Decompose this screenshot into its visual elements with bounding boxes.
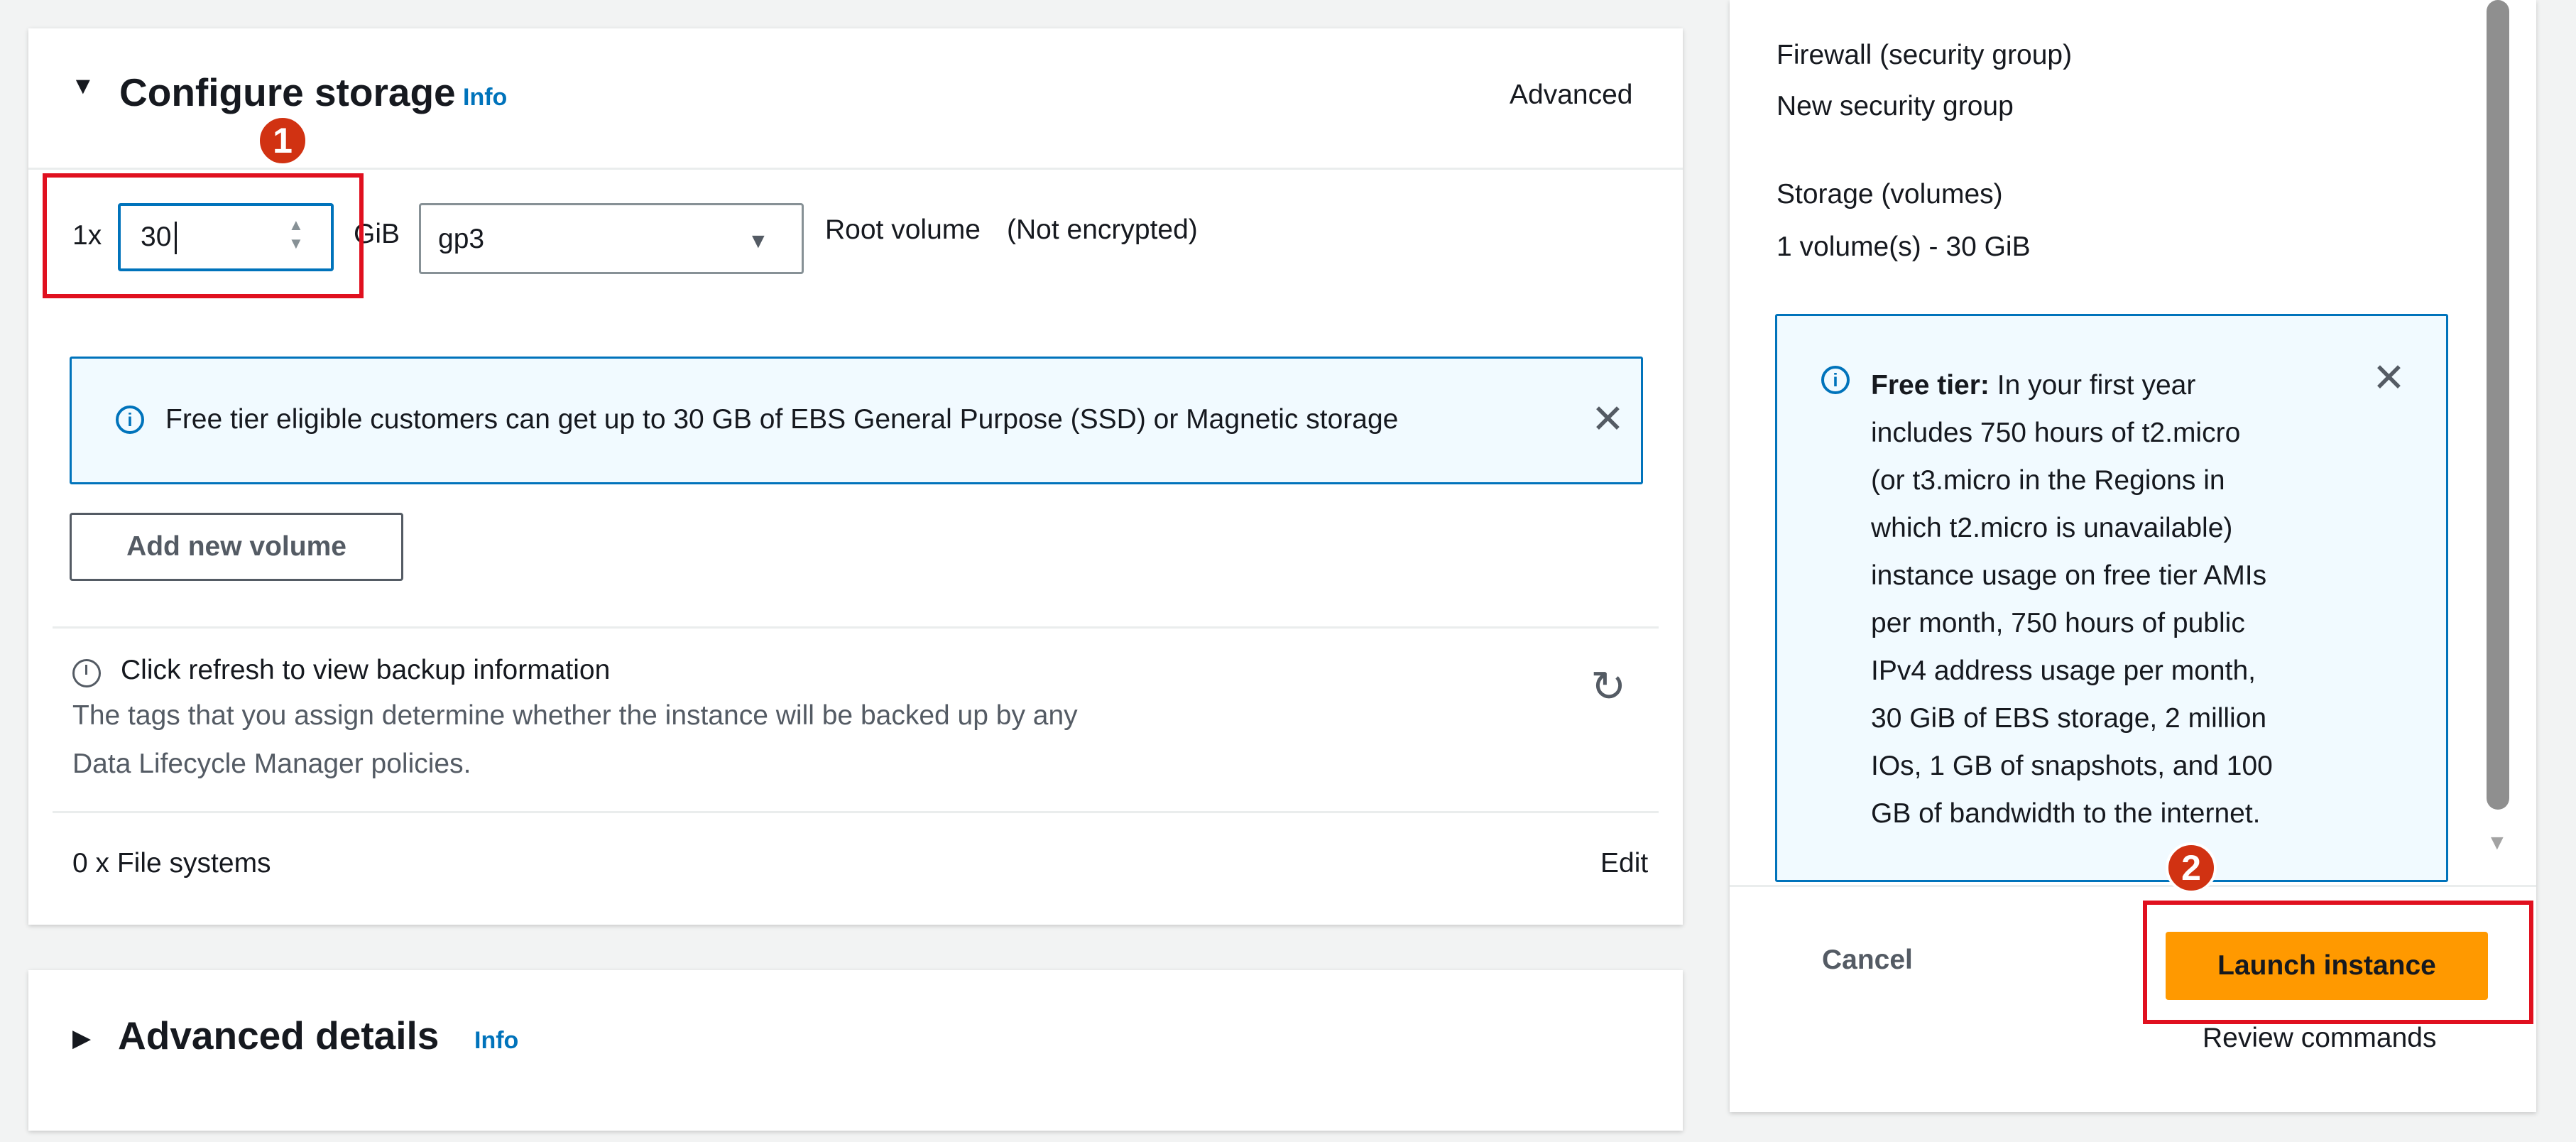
firewall-value: New security group bbox=[1777, 91, 2014, 121]
scroll-down-arrow-icon[interactable]: ▼ bbox=[2487, 831, 2508, 855]
info-circle-icon: i bbox=[116, 406, 144, 434]
backup-divider bbox=[53, 626, 1659, 629]
free-tier-line-2: includes 750 hours of t2.micro bbox=[1871, 418, 2241, 448]
edit-link[interactable]: Edit bbox=[1600, 848, 1648, 879]
free-tier-alert-text: Free tier eligible customers can get up … bbox=[165, 404, 1399, 435]
free-tier-line-9: IOs, 1 GB of snapshots, and 100 bbox=[1871, 751, 2273, 781]
free-tier-line-1: Free tier: In your first year bbox=[1871, 361, 2354, 409]
free-tier-heading: Free tier: bbox=[1871, 370, 1990, 401]
annotation-badge-1: 1 bbox=[257, 115, 308, 166]
info-link[interactable]: Info bbox=[463, 84, 507, 112]
annotation-badge-2: 2 bbox=[2166, 842, 2217, 893]
header-divider bbox=[28, 168, 1683, 170]
collapse-caret-icon[interactable]: ▼ bbox=[71, 72, 95, 100]
free-tier-line-6: per month, 750 hours of public bbox=[1871, 608, 2245, 638]
volume-type-value: gp3 bbox=[438, 224, 485, 254]
free-tier-summary-text: Free tier: In your first year includes 7… bbox=[1871, 361, 2354, 837]
root-volume-label: Root volume bbox=[825, 214, 981, 245]
backup-description-1: The tags that you assign determine wheth… bbox=[72, 700, 1078, 731]
expand-caret-icon[interactable]: ▶ bbox=[72, 1024, 91, 1053]
add-new-volume-button[interactable]: Add new volume bbox=[70, 513, 403, 581]
file-systems-divider bbox=[53, 811, 1659, 813]
close-icon[interactable]: ✕ bbox=[2372, 354, 2406, 401]
storage-volumes-label[interactable]: Storage (volumes) bbox=[1777, 179, 2003, 210]
free-tier-line-1-text: In your first year bbox=[1997, 370, 2196, 401]
free-tier-line-8: 30 GiB of EBS storage, 2 million bbox=[1871, 703, 2267, 734]
backup-title: Click refresh to view backup information bbox=[121, 655, 611, 685]
free-tier-line-4: which t2.micro is unavailable) bbox=[1871, 513, 2233, 543]
clock-hand bbox=[85, 665, 87, 675]
cancel-button[interactable]: Cancel bbox=[1822, 945, 1913, 976]
free-tier-line-5: instance usage on free tier AMIs bbox=[1871, 560, 2267, 591]
scrollbar-track[interactable]: ▼ bbox=[2482, 0, 2514, 866]
advanced-details-panel: ▶ Advanced details Info bbox=[28, 970, 1683, 1131]
backup-description-2: Data Lifecycle Manager policies. bbox=[72, 749, 471, 779]
chevron-down-icon: ▼ bbox=[748, 229, 769, 253]
free-tier-alert: i Free tier eligible customers can get u… bbox=[70, 357, 1643, 484]
storage-volumes-value: 1 volume(s) - 30 GiB bbox=[1777, 232, 2031, 262]
free-tier-line-3: (or t3.micro in the Regions in bbox=[1871, 465, 2225, 496]
advanced-link[interactable]: Advanced bbox=[1510, 80, 1632, 111]
review-commands-link[interactable]: Review commands bbox=[2203, 1023, 2436, 1054]
close-icon[interactable]: ✕ bbox=[1591, 396, 1625, 442]
annotation-box-1 bbox=[43, 173, 364, 298]
encryption-status: (Not encrypted) bbox=[1007, 214, 1198, 245]
scrollbar-thumb[interactable] bbox=[2487, 0, 2509, 810]
free-tier-summary-alert: i Free tier: In your first year includes… bbox=[1775, 314, 2448, 882]
firewall-label[interactable]: Firewall (security group) bbox=[1777, 40, 2072, 71]
volume-type-select[interactable]: gp3 ▼ bbox=[419, 203, 804, 274]
advanced-details-title[interactable]: Advanced details bbox=[118, 1013, 439, 1058]
section-title[interactable]: Configure storage bbox=[119, 70, 456, 115]
free-tier-line-7: IPv4 address usage per month, bbox=[1871, 656, 2256, 686]
file-systems-label: 0 x File systems bbox=[72, 848, 271, 879]
refresh-icon[interactable]: ↻ bbox=[1590, 662, 1626, 712]
footer-divider bbox=[1730, 885, 2536, 887]
advanced-info-link[interactable]: Info bbox=[474, 1027, 518, 1055]
free-tier-line-10: GB of bandwidth to the internet. bbox=[1871, 798, 2261, 829]
annotation-box-2 bbox=[2143, 901, 2533, 1024]
info-circle-icon: i bbox=[1821, 366, 1850, 394]
